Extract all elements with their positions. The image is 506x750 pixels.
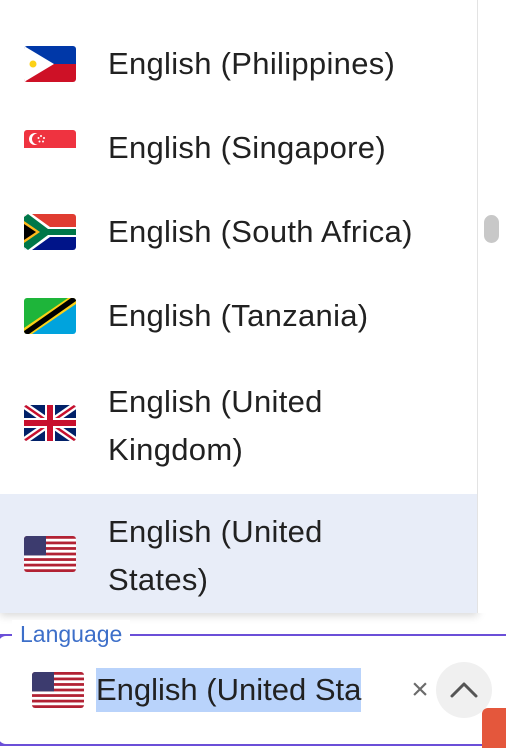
option-english-south-africa[interactable]: English (South Africa) bbox=[0, 188, 477, 276]
option-label: English (United Kingdom) bbox=[108, 384, 323, 467]
option-english-tanzania[interactable]: English (Tanzania) bbox=[0, 272, 477, 360]
corner-badge bbox=[482, 708, 506, 748]
clear-icon[interactable]: × bbox=[405, 675, 435, 705]
option-english-singapore[interactable]: English (Singapore) bbox=[0, 104, 477, 192]
option-label: English (United States) bbox=[108, 514, 323, 597]
tanzania-flag-icon bbox=[24, 298, 76, 334]
option-label: English (Tanzania) bbox=[108, 298, 369, 333]
language-input[interactable]: English (United Sta bbox=[96, 668, 368, 712]
option-label: English (Singapore) bbox=[108, 130, 386, 165]
singapore-flag-icon bbox=[24, 130, 76, 166]
option-label: English (South Africa) bbox=[108, 214, 413, 249]
dropdown-scrollbar-thumb[interactable] bbox=[484, 215, 499, 243]
united-states-flag-icon bbox=[32, 672, 84, 708]
language-select-screen: English (Philippines) English (Singapore… bbox=[0, 0, 506, 750]
option-english-united-kingdom[interactable]: English (United Kingdom) bbox=[0, 360, 477, 492]
language-field-outline-left bbox=[0, 634, 8, 746]
dropdown-scrollbar-track[interactable] bbox=[478, 0, 506, 613]
united-kingdom-flag-icon bbox=[24, 405, 76, 441]
united-states-flag-icon bbox=[24, 536, 76, 572]
option-english-united-states[interactable]: English (United States) bbox=[0, 494, 477, 613]
option-english-philippines[interactable]: English (Philippines) bbox=[0, 20, 477, 108]
language-input-value: English (United Sta bbox=[96, 668, 362, 712]
language-dropdown-list: English (Philippines) English (Singapore… bbox=[0, 0, 478, 613]
option-label: English (Philippines) bbox=[108, 46, 396, 81]
language-field-label: Language bbox=[12, 620, 131, 648]
philippines-flag-icon bbox=[24, 46, 76, 82]
south-africa-flag-icon bbox=[24, 214, 76, 250]
